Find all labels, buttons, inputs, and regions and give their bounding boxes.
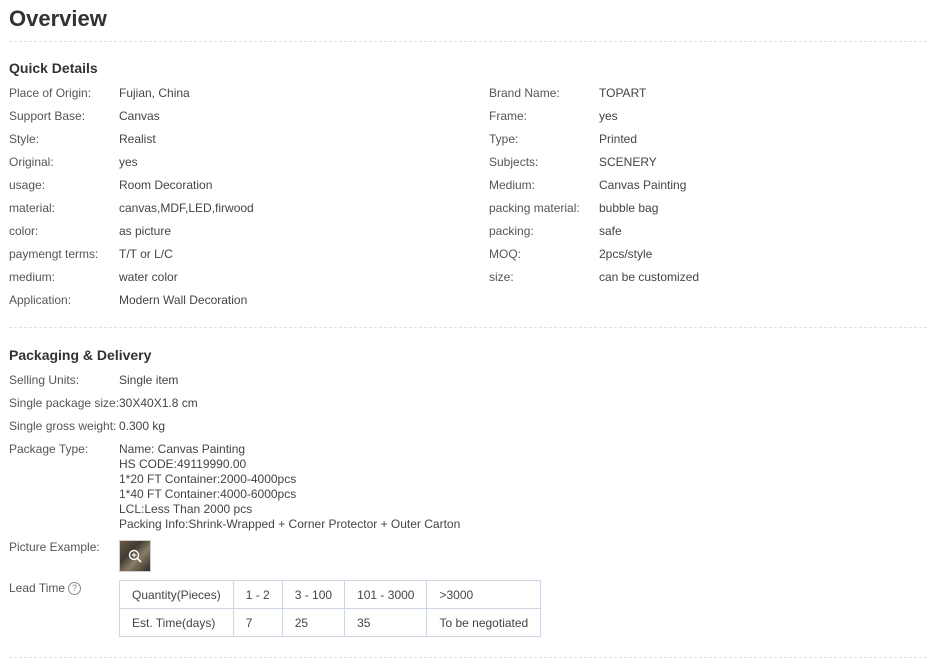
picture-example-label: Picture Example: — [9, 540, 100, 554]
product-overview: Overview Quick Details Place of Origin: F… — [0, 0, 928, 669]
gross-weight-row: Single gross weight: 0.300 kg — [9, 419, 165, 434]
field-value: TOPART — [599, 86, 647, 100]
table-cell: 101 - 3000 — [344, 580, 428, 609]
field-label: medium: — [9, 270, 56, 284]
package-type-line: Name: Canvas Painting — [119, 442, 246, 456]
table-cell: 3 - 100 — [281, 580, 346, 609]
detail-row: Subjects: SCENERY — [489, 155, 657, 170]
field-value: safe — [599, 224, 622, 238]
page-title: Overview — [9, 6, 107, 31]
packaging-delivery-title: Packaging & Delivery — [9, 347, 152, 363]
lead-time-text: Lead Time — [9, 581, 66, 595]
table-cell: 7 — [232, 608, 283, 637]
field-value: SCENERY — [599, 155, 657, 169]
field-label: Support Base: — [9, 109, 86, 123]
detail-row: Medium: Canvas Painting — [489, 178, 686, 193]
field-value: canvas,MDF,LED,firwood — [119, 201, 254, 215]
table-cell: >3000 — [426, 580, 542, 609]
picture-example-thumbnail[interactable] — [119, 540, 151, 572]
lead-time-label: Lead Time? — [9, 581, 82, 596]
detail-row: Place of Origin: Fujian, China — [9, 86, 190, 101]
table-cell: To be negotiated — [426, 608, 542, 637]
zoom-in-icon — [128, 549, 142, 563]
field-value: 0.300 kg — [119, 419, 166, 433]
field-label: packing material: — [489, 201, 580, 215]
package-type-line: HS CODE:49119990.00 — [119, 457, 247, 471]
field-value: as picture — [119, 224, 172, 238]
field-label: size: — [489, 270, 514, 284]
field-label: Single package size: — [9, 396, 120, 410]
table-cell: Quantity(Pieces) — [119, 580, 234, 609]
detail-row: packing: safe — [489, 224, 622, 239]
field-label: Place of Origin: — [9, 86, 92, 100]
detail-row: color: as picture — [9, 224, 171, 239]
field-label: paymengt terms: — [9, 247, 99, 261]
field-label: Single gross weight: — [9, 419, 117, 433]
field-label: Subjects: — [489, 155, 539, 169]
detail-row: Original: yes — [9, 155, 138, 170]
table-cell: Est. Time(days) — [119, 608, 234, 637]
field-value: Room Decoration — [119, 178, 213, 192]
detail-row: Frame: yes — [489, 109, 618, 124]
field-value: yes — [599, 109, 618, 123]
package-type-line: 1*20 FT Container:2000-4000pcs — [119, 472, 297, 486]
field-label: Application: — [9, 293, 72, 307]
table-cell: 1 - 2 — [232, 580, 283, 609]
field-value: Printed — [599, 132, 638, 146]
field-value: Canvas Painting — [599, 178, 687, 192]
detail-row: paymengt terms: T/T or L/C — [9, 247, 173, 262]
quick-details-title: Quick Details — [9, 60, 98, 76]
field-label: packing: — [489, 224, 534, 238]
detail-row: Support Base: Canvas — [9, 109, 160, 124]
detail-row: medium: water color — [9, 270, 178, 285]
field-label: Type: — [489, 132, 519, 146]
field-value: Modern Wall Decoration — [119, 293, 248, 307]
field-label: Original: — [9, 155, 54, 169]
field-value: Single item — [119, 373, 179, 387]
field-label: material: — [9, 201, 56, 215]
detail-row: packing material: bubble bag — [489, 201, 658, 216]
divider — [9, 41, 927, 42]
detail-row: Type: Printed — [489, 132, 637, 147]
detail-row: Style: Realist — [9, 132, 156, 147]
question-circle-icon[interactable]: ? — [68, 582, 82, 596]
lead-time-table: Quantity(Pieces) 1 - 2 3 - 100 101 - 300… — [119, 580, 542, 637]
detail-row: MOQ: 2pcs/style — [489, 247, 652, 262]
detail-row: size: can be customized — [489, 270, 699, 285]
field-label: usage: — [9, 178, 46, 192]
field-label: color: — [9, 224, 39, 238]
package-size-row: Single package size:30X40X1.8 cm — [9, 396, 198, 411]
field-label: Frame: — [489, 109, 528, 123]
package-type-line: 1*40 FT Container:4000-6000pcs — [119, 487, 297, 501]
table-row: Est. Time(days) 7 25 35 To be negotiated — [119, 608, 542, 637]
field-value: 2pcs/style — [599, 247, 653, 261]
field-value: 30X40X1.8 cm — [119, 396, 198, 410]
detail-row: usage: Room Decoration — [9, 178, 212, 193]
field-value: bubble bag — [599, 201, 659, 215]
detail-row: Application: Modern Wall Decoration — [9, 293, 247, 308]
divider — [9, 327, 927, 328]
field-value: water color — [119, 270, 178, 284]
field-label: Style: — [9, 132, 40, 146]
package-type-line: Packing Info:Shrink-Wrapped + Corner Pro… — [119, 517, 461, 531]
table-row: Quantity(Pieces) 1 - 2 3 - 100 101 - 300… — [119, 580, 542, 609]
field-label: Medium: — [489, 178, 536, 192]
field-label: Brand Name: — [489, 86, 560, 100]
field-value: Fujian, China — [119, 86, 190, 100]
field-value: Realist — [119, 132, 156, 146]
detail-row: Brand Name: TOPART — [489, 86, 646, 101]
field-label: MOQ: — [489, 247, 521, 261]
table-cell: 25 — [281, 608, 346, 637]
field-value: T/T or L/C — [119, 247, 173, 261]
package-type-line: LCL:Less Than 2000 pcs — [119, 502, 253, 516]
package-type-label: Package Type: — [9, 442, 89, 456]
field-value: can be customized — [599, 270, 700, 284]
detail-row: material: canvas,MDF,LED,firwood — [9, 201, 254, 216]
field-value: Canvas — [119, 109, 160, 123]
field-label: Selling Units: — [9, 373, 80, 387]
field-value: yes — [119, 155, 138, 169]
table-cell: 35 — [344, 608, 428, 637]
selling-units-row: Selling Units: Single item — [9, 373, 178, 388]
divider — [9, 657, 927, 658]
